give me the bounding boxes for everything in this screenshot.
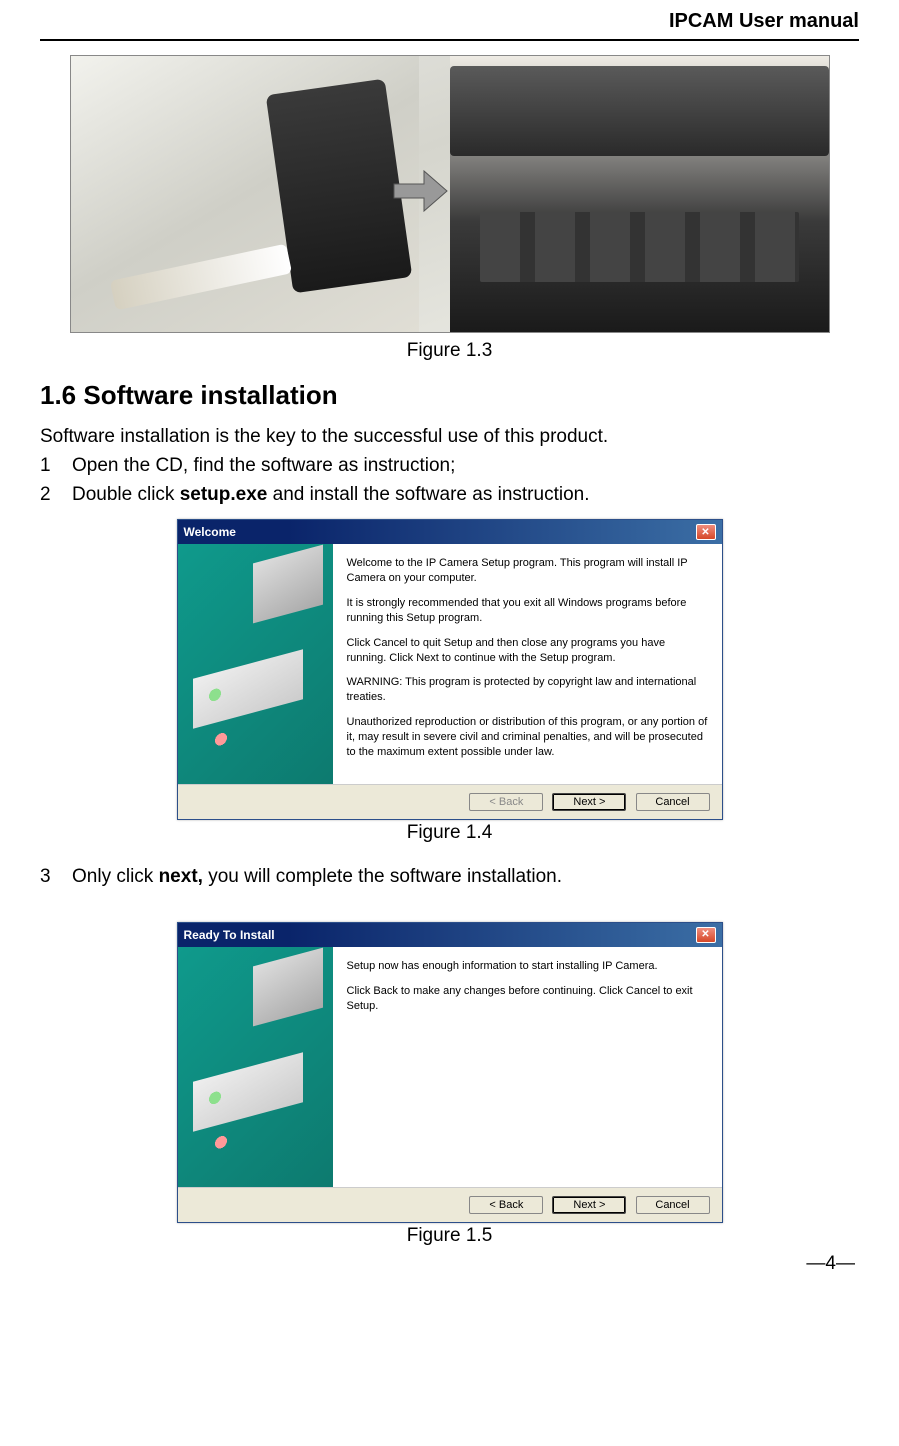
dialog-title-text: Welcome	[184, 525, 236, 539]
step-number: 1	[40, 451, 72, 480]
section-intro: Software installation is the key to the …	[40, 423, 859, 451]
cancel-button[interactable]: Cancel	[636, 793, 710, 811]
step-number: 2	[40, 480, 72, 509]
step-number: 3	[40, 862, 72, 891]
text: you will complete the software installat…	[203, 866, 562, 887]
dialog-footer: < Back Next > Cancel	[178, 784, 722, 819]
step-2: 2 Double click setup.exe and install the…	[40, 480, 859, 509]
figure-1-3: Figure 1.3	[40, 55, 859, 362]
dialog-title-text: Ready To Install	[184, 928, 275, 942]
figure-caption: Figure 1.5	[40, 1225, 859, 1247]
step-text: Double click setup.exe and install the s…	[72, 480, 859, 509]
figure-caption: Figure 1.4	[40, 822, 859, 844]
dialog-title-bar: Welcome ✕	[178, 520, 722, 544]
close-icon[interactable]: ✕	[696, 524, 716, 540]
dialog-paragraph: WARNING: This program is protected by co…	[347, 675, 708, 705]
figure-1-4: Welcome ✕ Welcome to the IP Camera Setup…	[40, 519, 859, 844]
dialog-paragraph: Welcome to the IP Camera Setup program. …	[347, 556, 708, 586]
back-button: < Back	[469, 793, 543, 811]
hardware-connection-photo	[70, 55, 830, 333]
bold-text: next,	[159, 866, 203, 887]
close-icon[interactable]: ✕	[696, 927, 716, 943]
step-1: 1 Open the CD, find the software as inst…	[40, 451, 859, 480]
cancel-button[interactable]: Cancel	[636, 1196, 710, 1214]
dialog-paragraph: It is strongly recommended that you exit…	[347, 596, 708, 626]
router-lan-ports-photo	[450, 56, 829, 332]
dialog-footer: < Back Next > Cancel	[178, 1187, 722, 1222]
ready-to-install-dialog: Ready To Install ✕ Setup now has enough …	[177, 922, 723, 1223]
welcome-dialog: Welcome ✕ Welcome to the IP Camera Setup…	[177, 519, 723, 820]
dialog-title-bar: Ready To Install ✕	[178, 923, 722, 947]
next-button[interactable]: Next >	[552, 1196, 626, 1214]
back-button[interactable]: < Back	[469, 1196, 543, 1214]
figure-1-5: Ready To Install ✕ Setup now has enough …	[40, 922, 859, 1247]
arrow-right-icon	[389, 166, 449, 216]
dialog-paragraph: Click Back to make any changes before co…	[347, 984, 708, 1014]
page-number: —4—	[40, 1253, 859, 1275]
page-header: IPCAM User manual	[40, 0, 859, 41]
dialog-content: Welcome to the IP Camera Setup program. …	[333, 544, 722, 784]
figure-caption: Figure 1.3	[40, 340, 859, 362]
next-button[interactable]: Next >	[552, 793, 626, 811]
dialog-content: Setup now has enough information to star…	[333, 947, 722, 1187]
dialog-paragraph: Click Cancel to quit Setup and then clos…	[347, 636, 708, 666]
dialog-paragraph: Setup now has enough information to star…	[347, 959, 708, 974]
dialog-sidebar-graphic	[178, 544, 333, 784]
step-text: Only click next, you will complete the s…	[72, 862, 859, 891]
ipcam-cable-photo	[71, 56, 420, 332]
dialog-paragraph: Unauthorized reproduction or distributio…	[347, 715, 708, 760]
text: Only click	[72, 866, 159, 887]
text: and install the software as instruction.	[267, 484, 589, 505]
step-text: Open the CD, find the software as instru…	[72, 451, 859, 480]
text: Double click	[72, 484, 180, 505]
section-heading: 1.6 Software installation	[40, 380, 859, 411]
dialog-sidebar-graphic	[178, 947, 333, 1187]
bold-text: setup.exe	[180, 484, 268, 505]
step-3: 3 Only click next, you will complete the…	[40, 862, 859, 891]
